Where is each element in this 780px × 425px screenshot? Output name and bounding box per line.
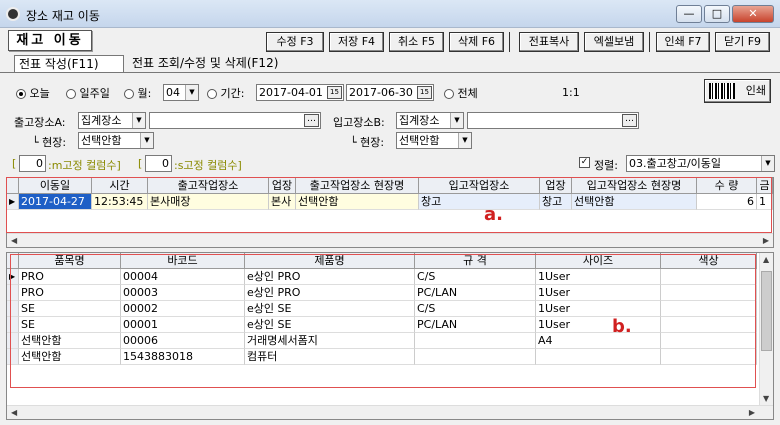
open-bracket: [ xyxy=(138,157,143,170)
outgoing-site-label: └ 현장: xyxy=(32,136,67,149)
barcode-icon xyxy=(709,83,735,99)
window-title: 장소 재고 이동 xyxy=(26,9,100,23)
print-button[interactable]: 인쇄 F7 xyxy=(656,32,710,52)
vertical-scrollbar[interactable]: ▲ ▼ xyxy=(759,253,773,405)
cancel-button[interactable]: 취소 F5 xyxy=(389,32,444,52)
tab-view-edit-slip[interactable]: 전표 조회/수정 및 삭제(F12) xyxy=(128,55,338,72)
maximize-button[interactable]: □ xyxy=(704,5,730,23)
sort-select[interactable]: 03.출고창고/이동일 ▼ xyxy=(626,155,775,172)
delete-button[interactable]: 삭제 F6 xyxy=(449,32,504,52)
scroll-left-icon[interactable]: ◀ xyxy=(11,236,17,245)
radio-icon xyxy=(444,89,454,99)
radio-today[interactable]: 오늘 xyxy=(16,85,50,101)
close-window-button[interactable]: ✕ xyxy=(732,5,774,23)
chevron-down-icon: ▼ xyxy=(458,133,471,148)
incoming-site-select[interactable]: 선택안함 ▼ xyxy=(396,132,472,149)
horizontal-scrollbar[interactable]: ◀ ▶ xyxy=(7,233,773,247)
minimize-button[interactable]: — xyxy=(676,5,702,23)
region-a-marker: a. xyxy=(484,204,503,225)
date-to-field[interactable]: 2017-06-30 15 xyxy=(346,84,434,101)
edit-button[interactable]: 수정 F3 xyxy=(266,32,324,52)
incoming-label: 입고장소B: xyxy=(333,116,385,129)
open-bracket: [ xyxy=(12,157,17,170)
sort-checkbox[interactable]: ✓ xyxy=(579,157,590,168)
chevron-down-icon: ▼ xyxy=(132,113,145,128)
scroll-thumb[interactable] xyxy=(761,271,772,351)
chevron-down-icon: ▼ xyxy=(140,133,153,148)
date-to-value: 2017-06-30 xyxy=(349,86,413,99)
outgoing-label: 출고장소A: xyxy=(14,116,66,129)
outgoing-place-field[interactable]: … xyxy=(149,112,321,129)
scroll-right-icon[interactable]: ▶ xyxy=(763,236,769,245)
scroll-up-icon[interactable]: ▲ xyxy=(763,255,769,264)
incoming-type-value: 집계장소 xyxy=(399,114,440,127)
excel-export-button[interactable]: 엑셀보냄 xyxy=(584,32,644,52)
s-fixed-cols-input[interactable]: 0 xyxy=(145,155,172,172)
s-fixed-cols-label: :s고정 컬럼수] xyxy=(174,159,242,172)
region-b-marker: b. xyxy=(612,316,632,337)
incoming-site-label: └ 현장: xyxy=(350,136,385,149)
outgoing-type-select[interactable]: 집계장소 ▼ xyxy=(78,112,146,129)
chevron-down-icon: ▼ xyxy=(185,85,198,100)
tab-create-slip[interactable]: 전표 작성(F11) xyxy=(14,55,124,72)
copy-slip-button[interactable]: 전표복사 xyxy=(519,32,579,52)
radio-icon xyxy=(16,89,26,99)
toolbar-separator xyxy=(509,32,510,52)
radio-icon xyxy=(124,89,134,99)
outgoing-site-value: 선택안함 xyxy=(81,134,122,147)
date-from-value: 2017-04-01 xyxy=(259,86,323,99)
region-b-highlight xyxy=(10,254,756,388)
sort-label: 정렬: xyxy=(594,159,618,172)
calendar-icon[interactable]: 15 xyxy=(417,86,432,99)
month-select[interactable]: 04 ▼ xyxy=(163,84,199,101)
ellipsis-icon[interactable]: … xyxy=(304,114,319,127)
scroll-right-icon[interactable]: ▶ xyxy=(749,408,755,417)
m-fixed-cols-label: :m고정 컬럼수] xyxy=(48,159,121,172)
radio-icon xyxy=(66,89,76,99)
barcode-print-button[interactable]: 인쇄 xyxy=(704,79,771,103)
page-info: 1:1 xyxy=(562,86,580,99)
title-bar xyxy=(0,0,780,28)
scroll-left-icon[interactable]: ◀ xyxy=(11,408,17,417)
tab-line xyxy=(0,72,780,73)
radio-period[interactable]: 기간: xyxy=(207,85,244,101)
save-button[interactable]: 저장 F4 xyxy=(329,32,384,52)
calendar-icon[interactable]: 15 xyxy=(327,86,342,99)
incoming-type-select[interactable]: 집계장소 ▼ xyxy=(396,112,464,129)
horizontal-scrollbar[interactable]: ◀ ▶ xyxy=(7,405,773,419)
app-icon xyxy=(6,7,20,21)
outgoing-site-select[interactable]: 선택안함 ▼ xyxy=(78,132,154,149)
radio-week[interactable]: 일주일 xyxy=(66,85,110,101)
page-heading: 재고 이동 xyxy=(8,30,92,51)
incoming-site-value: 선택안함 xyxy=(399,134,440,147)
chevron-down-icon: ▼ xyxy=(450,113,463,128)
incoming-place-field[interactable]: … xyxy=(467,112,639,129)
radio-all[interactable]: 전체 xyxy=(444,85,478,101)
ellipsis-icon[interactable]: … xyxy=(622,114,637,127)
sort-value: 03.출고창고/이동일 xyxy=(629,157,722,170)
m-fixed-cols-input[interactable]: 0 xyxy=(19,155,46,172)
chevron-down-icon: ▼ xyxy=(761,156,774,171)
region-a-highlight xyxy=(6,177,772,233)
scroll-down-icon[interactable]: ▼ xyxy=(763,394,769,403)
outgoing-type-value: 집계장소 xyxy=(81,114,122,127)
close-button[interactable]: 닫기 F9 xyxy=(715,32,770,52)
month-value: 04 xyxy=(166,86,180,99)
toolbar-separator xyxy=(649,32,650,52)
radio-icon xyxy=(207,89,217,99)
date-from-field[interactable]: 2017-04-01 15 xyxy=(256,84,344,101)
radio-month[interactable]: 월: xyxy=(124,85,151,101)
